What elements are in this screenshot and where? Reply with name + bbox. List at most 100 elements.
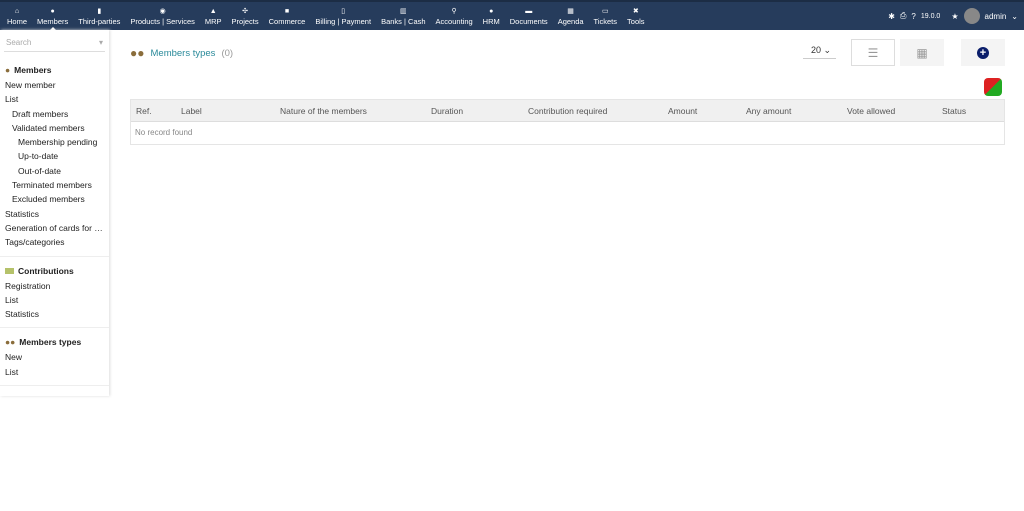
topnav-item-agenda[interactable]: ▦ Agenda: [553, 2, 589, 30]
calendar-icon: ▦: [567, 7, 574, 15]
sidebar-item[interactable]: Statistics: [0, 207, 109, 221]
sidebar-item[interactable]: Tags/categories: [0, 235, 109, 249]
sidebar-item[interactable]: List: [0, 92, 109, 106]
sidebar-section-members-types: ●● Members types New List: [0, 328, 109, 387]
topnav-item-accounting[interactable]: ⚲ Accounting: [431, 2, 478, 30]
topnav-label: Products | Services: [130, 16, 195, 26]
topnav-item-documents[interactable]: ▬ Documents: [505, 2, 553, 30]
empty-message: No record found: [135, 128, 193, 137]
sidebar-item[interactable]: Up-to-date: [0, 149, 109, 163]
sidebar-item[interactable]: Draft members: [0, 107, 109, 121]
section-title[interactable]: Contributions: [18, 266, 74, 276]
plus-circle-icon: +: [977, 46, 989, 59]
sidebar-section-members: ● Members New member List Draft members Valid…: [0, 56, 109, 257]
topnav-label: Accounting: [435, 16, 473, 26]
section-title[interactable]: Members types: [19, 337, 81, 347]
version-label: 19.0.0: [920, 12, 941, 20]
topnav-item-hrm[interactable]: ● HRM: [478, 2, 505, 30]
column-header[interactable]: Amount: [668, 106, 697, 116]
topnav-item-commerce[interactable]: ■ Commerce: [264, 2, 311, 30]
users-icon: ●●: [5, 337, 16, 348]
sidebar-item[interactable]: New: [0, 350, 109, 364]
sidebar-item[interactable]: Registration: [0, 279, 109, 293]
topnav-label: MRP: [204, 16, 222, 26]
ticket-icon: ▭: [601, 7, 609, 15]
cubes-icon: ▲: [209, 7, 217, 15]
topnav-label: Tickets: [593, 16, 618, 26]
column-header[interactable]: Contribution required: [528, 106, 607, 116]
topnav-item-mrp[interactable]: ▲ MRP: [200, 2, 227, 30]
new-button[interactable]: +: [961, 39, 1005, 66]
sidebar-item[interactable]: Validated members: [0, 121, 109, 135]
search-placeholder: Search: [6, 38, 32, 47]
column-header[interactable]: Ref.: [136, 106, 152, 116]
home-icon: ⌂: [14, 7, 20, 15]
topnav-label: HRM: [482, 16, 500, 26]
grid-icon: ▦: [916, 45, 928, 60]
user-icon: ●: [5, 65, 11, 75]
sidebar: Search ▾ ● Members New member List Draft memb…: [0, 30, 109, 396]
members-types-table: Ref. Label Nature of the members Duration Co…: [130, 99, 1005, 145]
sidebar-section-contributions: Contributions Registration List Statistics: [0, 257, 109, 329]
topnav-label: Commerce: [268, 16, 306, 26]
column-header[interactable]: Status: [942, 106, 966, 116]
topnav-label: Documents: [509, 16, 548, 26]
column-header[interactable]: Label: [181, 106, 202, 116]
briefcase-icon: ■: [284, 7, 290, 15]
users-icon: ●●: [130, 46, 145, 60]
search-dollar-icon: ⚲: [451, 7, 457, 15]
caret-down-icon: ▾: [98, 38, 103, 47]
column-header[interactable]: Nature of the members: [280, 106, 367, 116]
page-title: ●● Members types (0): [130, 46, 233, 60]
topnav-label: Billing | Payment: [315, 16, 372, 26]
sidebar-item[interactable]: Generation of cards for m...: [0, 221, 109, 235]
help-icon[interactable]: ?: [911, 12, 915, 21]
top-navbar: ⌂ Home ● Members ▮ Third-parties ◉ Products | S…: [0, 0, 1024, 30]
sidebar-item[interactable]: Out-of-date: [0, 164, 109, 178]
cube-icon: ◉: [159, 7, 166, 15]
column-header[interactable]: Vote allowed: [847, 106, 895, 116]
column-header[interactable]: Any amount: [746, 106, 791, 116]
building-icon: ▮: [97, 7, 102, 15]
topnav-label: Tools: [627, 16, 645, 26]
project-icon: ✣: [242, 7, 249, 15]
print-icon[interactable]: ⎙: [900, 11, 906, 21]
section-title[interactable]: Members: [14, 65, 51, 75]
list-view-button[interactable]: ☰: [851, 39, 895, 66]
sidebar-item[interactable]: Terminated members: [0, 178, 109, 192]
avatar[interactable]: [963, 8, 980, 24]
topnav-label: Home: [7, 16, 28, 26]
sidebar-item[interactable]: Statistics: [0, 307, 109, 321]
bookmark-star-icon[interactable]: ★: [951, 12, 958, 21]
sidebar-item[interactable]: List: [0, 293, 109, 307]
topnav-item-members[interactable]: ● Members: [32, 2, 73, 30]
topnav-item-banks-cash[interactable]: ▥ Banks | Cash: [376, 2, 430, 30]
user-icon: ●: [50, 7, 55, 15]
topnav-item-projects[interactable]: ✣ Projects: [227, 2, 264, 30]
list-icon: ☰: [867, 45, 879, 60]
user-tie-icon: ●: [489, 7, 494, 15]
page-size-select[interactable]: 20 ⌄: [803, 42, 836, 59]
topnav-item-billing-payment[interactable]: ▯ Billing | Payment: [310, 2, 376, 30]
pdf-download-icon[interactable]: [984, 78, 1002, 96]
topnav-item-third-parties[interactable]: ▮ Third-parties: [73, 2, 125, 30]
topnav-item-tickets[interactable]: ▭ Tickets: [589, 2, 622, 30]
user-menu[interactable]: admin: [985, 12, 1007, 21]
sidebar-item[interactable]: New member: [0, 78, 109, 92]
page-size-value: 20: [811, 45, 822, 55]
sidebar-item[interactable]: Membership pending: [0, 135, 109, 149]
folder-icon: ▬: [525, 7, 533, 15]
chevron-down-icon[interactable]: ⌄: [1011, 12, 1018, 21]
table-header: Ref. Label Nature of the members Duration Co…: [131, 100, 1004, 122]
topnav-label: Banks | Cash: [381, 16, 426, 26]
title-text: Members types: [150, 47, 216, 59]
sidebar-item[interactable]: Excluded members: [0, 192, 109, 206]
sidebar-item[interactable]: List: [0, 365, 109, 379]
kanban-view-button[interactable]: ▦: [900, 39, 944, 66]
topnav-item-home[interactable]: ⌂ Home: [2, 2, 32, 30]
column-header[interactable]: Duration: [431, 106, 463, 116]
bug-icon[interactable]: ✱: [888, 12, 895, 21]
search-input[interactable]: Search ▾: [4, 38, 105, 52]
topnav-item-tools[interactable]: ✖ Tools: [622, 2, 650, 30]
topnav-item-products-services[interactable]: ◉ Products | Services: [125, 2, 199, 30]
